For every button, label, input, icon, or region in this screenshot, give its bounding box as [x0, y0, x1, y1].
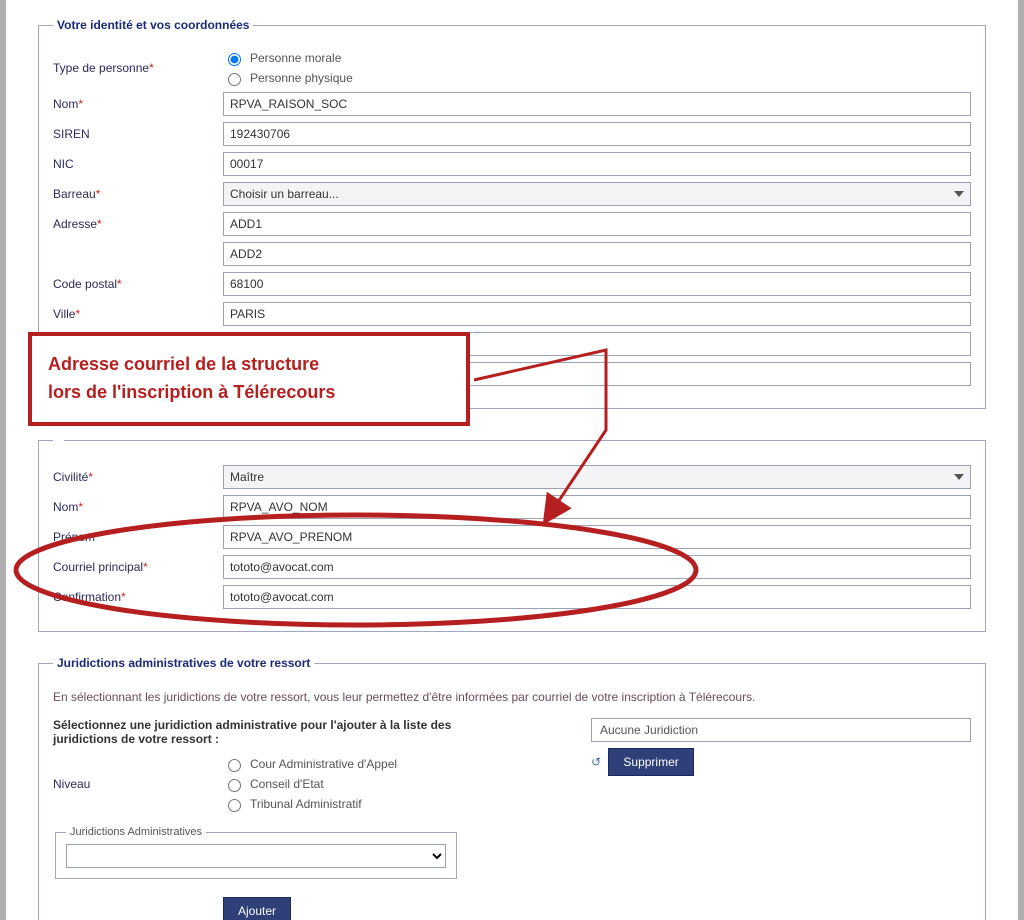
barreau-select[interactable]: Choisir un barreau... — [223, 182, 971, 206]
civilite-select[interactable]: Maître — [223, 465, 971, 489]
ville-input[interactable] — [223, 302, 971, 326]
annotation-callout: Adresse courriel de la structure lors de… — [28, 332, 470, 426]
contact-nom-label: Nom — [53, 500, 78, 514]
juridictions-select[interactable] — [66, 844, 446, 868]
radio-personne-physique[interactable]: Personne physique — [223, 70, 971, 86]
radio-morale-input[interactable] — [228, 53, 241, 66]
adresse2-input[interactable] — [223, 242, 971, 266]
juridictions-fieldset: Juridictions administratives de votre re… — [38, 656, 986, 920]
siren-label: SIREN — [53, 127, 90, 141]
callout-line1: Adresse courriel de la structure — [48, 350, 450, 378]
ville-label: Ville — [53, 307, 75, 321]
courriel-input[interactable] — [223, 555, 971, 579]
juridictions-inner-fieldset: Juridictions Administratives — [55, 826, 457, 879]
nom-label: Nom — [53, 97, 78, 111]
confirm-label: Confirmation — [53, 590, 121, 604]
radio-caa[interactable]: Cour Administrative d'Appel — [223, 756, 551, 772]
nic-input — [223, 152, 971, 176]
radio-physique-input[interactable] — [228, 73, 241, 86]
contact-fieldset: . Civilité* Maître Nom* Prénom* Courriel… — [38, 433, 986, 632]
radio-ce[interactable]: Conseil d'Etat — [223, 776, 551, 792]
nic-label: NIC — [53, 157, 74, 171]
niveau-label: Niveau — [53, 777, 223, 791]
adresse-label: Adresse — [53, 217, 97, 231]
cp-label: Code postal — [53, 277, 117, 291]
radio-personne-morale[interactable]: Personne morale — [223, 50, 971, 66]
select-jur-label: Sélectionnez une juridiction administrat… — [53, 718, 473, 746]
courriel-label: Courriel principal — [53, 560, 143, 574]
barreau-label: Barreau — [53, 187, 96, 201]
supprimer-button[interactable]: Supprimer — [608, 748, 693, 776]
siren-input — [223, 122, 971, 146]
civilite-label: Civilité — [53, 470, 88, 484]
juridictions-legend: Juridictions administratives de votre re… — [53, 656, 314, 670]
prenom-label: Prénom — [53, 530, 95, 544]
radio-ta[interactable]: Tribunal Administratif — [223, 796, 551, 812]
identity-legend: Votre identité et vos coordonnées — [53, 18, 253, 32]
ajouter-button[interactable]: Ajouter — [223, 897, 291, 920]
nom-input[interactable] — [223, 92, 971, 116]
callout-line2: lors de l'inscription à Télérecours — [48, 378, 450, 406]
confirm-input[interactable] — [223, 585, 971, 609]
inner-legend: Juridictions Administratives — [66, 826, 206, 838]
contact-nom-input[interactable] — [223, 495, 971, 519]
type-label: Type de personne — [53, 61, 149, 75]
juridictions-description: En sélectionnant les juridictions de vot… — [53, 690, 971, 704]
prenom-input[interactable] — [223, 525, 971, 549]
cp-input[interactable] — [223, 272, 971, 296]
loading-icon: ↺ — [591, 755, 601, 769]
no-juridiction-box: Aucune Juridiction — [591, 718, 971, 742]
adresse1-input[interactable] — [223, 212, 971, 236]
